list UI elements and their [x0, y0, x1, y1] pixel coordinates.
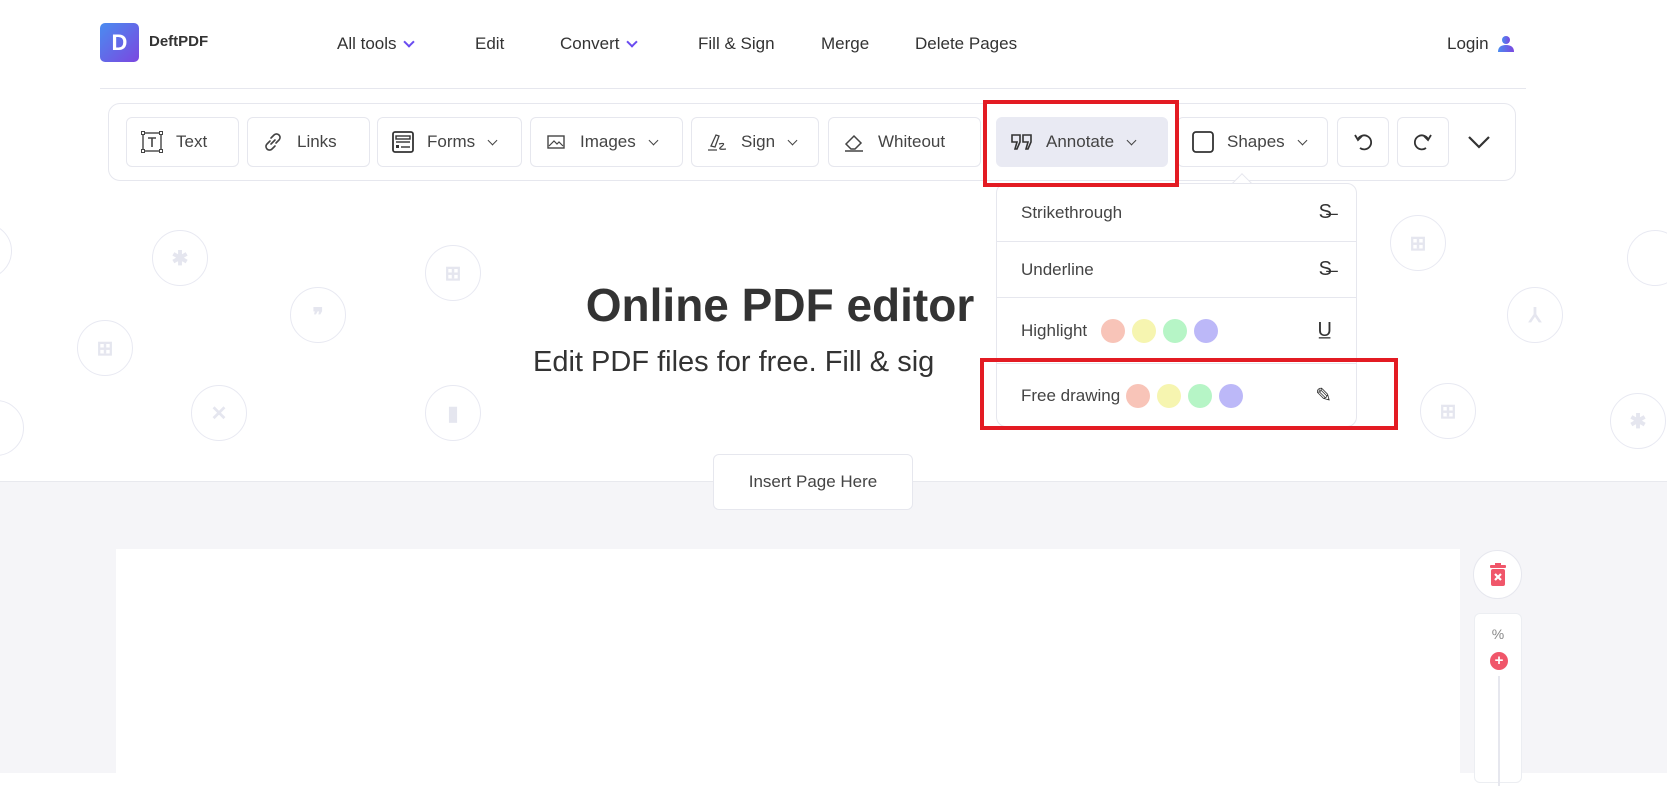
forms-tool-button[interactable]: Forms	[377, 117, 522, 167]
chevron-down-icon	[1468, 136, 1490, 149]
pdf-page-canvas[interactable]	[116, 549, 1460, 773]
shapes-tool-button[interactable]: Shapes	[1177, 117, 1328, 167]
chevron-down-icon	[487, 135, 498, 145]
highlight-color-options	[1101, 318, 1219, 343]
redo-button[interactable]	[1397, 117, 1449, 167]
zoom-in-icon[interactable]: +	[1490, 652, 1508, 670]
zoom-slider[interactable]	[1498, 676, 1500, 786]
underline-strike-icon: S̶	[1318, 258, 1332, 280]
strikethrough-icon: S̶	[1318, 201, 1332, 223]
more-tools-button[interactable]	[1464, 127, 1494, 157]
brand-name[interactable]: DeftPDF	[149, 33, 208, 50]
annotate-dropdown: Strikethrough S̶ Underline S̶ Highlight …	[996, 183, 1357, 427]
menu-item-free-drawing[interactable]: Free drawing ✎	[997, 363, 1356, 427]
menu-item-underline[interactable]: Underline S̶	[997, 241, 1356, 297]
images-tool-button[interactable]: Images	[530, 117, 683, 167]
nav-label: All tools	[337, 34, 397, 53]
nav-label: Convert	[560, 34, 620, 53]
chevron-down-icon	[787, 135, 798, 145]
button-label: Shapes	[1227, 132, 1285, 151]
redo-icon	[1413, 134, 1432, 151]
login-label: Login	[1447, 34, 1489, 53]
nav-fill-sign[interactable]: Fill & Sign	[698, 34, 775, 54]
image-icon	[547, 135, 565, 149]
button-label: Links	[297, 132, 337, 151]
color-swatch-purple[interactable]	[1194, 318, 1219, 343]
insert-page-button[interactable]: Insert Page Here	[713, 454, 913, 510]
trash-bg-icon: ✕	[191, 385, 247, 441]
button-label: Sign	[741, 132, 776, 151]
nav-delete-pages[interactable]: Delete Pages	[915, 34, 1017, 54]
zoom-panel: % +	[1474, 613, 1522, 786]
grid-icon: ⊞	[1420, 383, 1476, 439]
signature-icon	[708, 134, 727, 151]
header-divider	[100, 88, 1526, 89]
menu-item-label: Underline	[1021, 259, 1094, 279]
color-swatch-green[interactable]	[1163, 318, 1188, 343]
color-swatch-green[interactable]	[1188, 383, 1213, 408]
link-icon	[265, 133, 281, 151]
button-label: Annotate	[1046, 132, 1115, 151]
square-icon	[1192, 131, 1214, 153]
chevron-down-icon	[1126, 135, 1137, 145]
undo-icon	[1354, 134, 1373, 151]
nav-label: Edit	[475, 34, 505, 53]
signature-bg-icon	[1627, 230, 1667, 286]
menu-item-strikethrough[interactable]: Strikethrough S̶	[997, 184, 1356, 241]
links-tool-button[interactable]: Links	[247, 117, 370, 167]
color-swatch-red[interactable]	[1101, 318, 1126, 343]
menu-item-label: Highlight	[1021, 320, 1088, 340]
user-icon	[1497, 36, 1514, 52]
text-cursor-icon	[0, 400, 24, 456]
zoom-percent: %	[1491, 626, 1505, 642]
bookmark-icon: ▮	[425, 385, 481, 441]
nav-all-tools[interactable]: All tools	[337, 34, 415, 54]
puzzle-icon: ✱	[1610, 393, 1666, 449]
nav-convert[interactable]: Convert	[560, 34, 638, 54]
menu-item-label: Strikethrough	[1021, 202, 1123, 222]
chevron-down-icon	[648, 135, 659, 145]
comment-plus-icon: ⊞	[1390, 215, 1446, 271]
button-label: Forms	[427, 132, 476, 151]
nav-merge[interactable]: Merge	[821, 34, 869, 54]
eraser-icon	[844, 134, 863, 152]
color-swatch-purple[interactable]	[1219, 383, 1244, 408]
text-box-icon	[141, 131, 163, 153]
underline-icon: U̲	[1317, 319, 1332, 341]
trash-icon	[1489, 562, 1506, 586]
button-label: Whiteout	[878, 132, 946, 151]
nav-label: Delete Pages	[915, 34, 1018, 53]
hero-subtitle: Edit PDF files for free. Fill & sig	[533, 346, 935, 378]
free-drawing-color-options	[1126, 383, 1244, 408]
undo-button[interactable]	[1337, 117, 1389, 167]
login-button[interactable]: Login	[1447, 34, 1515, 54]
nav-edit[interactable]: Edit	[475, 34, 504, 54]
color-swatch-red[interactable]	[1126, 383, 1151, 408]
button-label: Images	[580, 132, 636, 151]
pencil-icon: ✎	[1315, 385, 1332, 407]
color-swatch-yellow[interactable]	[1132, 318, 1157, 343]
delete-page-button[interactable]	[1473, 550, 1522, 599]
annotate-tool-button[interactable]: Annotate	[996, 117, 1168, 167]
form-icon	[392, 131, 414, 153]
bg-circle-icon	[0, 223, 12, 279]
menu-item-label: Free drawing	[1021, 385, 1121, 405]
nav-label: Fill & Sign	[698, 34, 775, 53]
whiteout-tool-button[interactable]: Whiteout	[828, 117, 981, 167]
menu-item-highlight[interactable]: Highlight U̲	[997, 297, 1356, 363]
nav-label: Merge	[821, 34, 870, 53]
deftpdf-logo[interactable]: D	[100, 23, 139, 62]
text-tool-button[interactable]: Text	[126, 117, 239, 167]
color-swatch-yellow[interactable]	[1157, 383, 1182, 408]
chevron-down-icon	[1297, 135, 1308, 145]
button-label: Text	[176, 132, 208, 151]
chevron-down-icon	[402, 35, 415, 48]
chevron-down-icon	[625, 35, 638, 48]
sign-tool-button[interactable]: Sign	[691, 117, 819, 167]
quote-icon	[1011, 134, 1032, 150]
